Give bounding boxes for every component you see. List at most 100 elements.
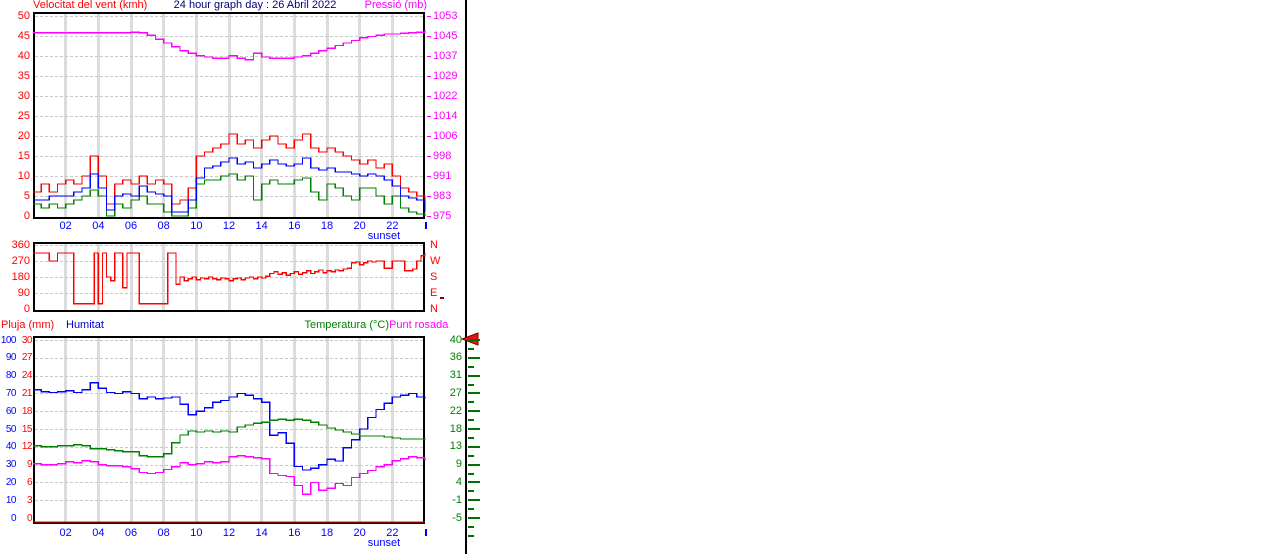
x-axis-label: 22 <box>386 220 399 232</box>
axis-tick-label: -1 <box>452 493 462 506</box>
sunset-tick <box>425 222 427 229</box>
axis-tick-label: 998 <box>433 149 452 162</box>
sunset-label: sunset <box>367 537 401 549</box>
x-axis-label: 20 <box>353 220 366 232</box>
scale-minor-tick <box>468 454 474 457</box>
x-axis-label: 18 <box>320 527 334 539</box>
axis-tick-label: 70 <box>5 387 17 399</box>
scale-major-tick <box>468 463 480 466</box>
axis-tick-label: 0 <box>26 512 33 524</box>
pressure-axis-title: Pressió (mb) <box>364 0 427 11</box>
temperatura-c-line <box>33 418 426 458</box>
scale-minor-tick <box>468 419 474 422</box>
scale-major-tick <box>468 428 480 430</box>
axis-tick-label: 12 <box>21 441 33 453</box>
axis-tick-label: 975 <box>433 209 452 222</box>
x-axis-label: 22 <box>386 527 399 539</box>
x-axis-label: 12 <box>222 220 236 232</box>
pressure-tick <box>427 56 431 57</box>
axis-tick-label: 15 <box>21 423 33 435</box>
humidity-axis-title: Humitat <box>66 319 104 331</box>
scale-minor-tick <box>468 401 474 404</box>
pressure-tick <box>427 156 431 157</box>
x-axis-label: 04 <box>92 220 105 232</box>
pressure-mb-line <box>33 30 426 61</box>
axis-tick-label: 90 <box>5 352 17 364</box>
scale-major-tick <box>468 356 480 359</box>
axis-tick-label: 9 <box>455 458 462 471</box>
rain-axis-title: Pluja (mm) <box>1 319 55 331</box>
pressure-tick <box>427 96 431 97</box>
axis-tick-label: 90 <box>17 286 30 299</box>
pressure-tick <box>427 136 431 137</box>
axis-tick-label: W <box>430 254 441 267</box>
axis-tick-label: 80 <box>5 370 17 382</box>
axis-tick-label: 31 <box>449 369 462 382</box>
scale-major-tick <box>468 481 480 484</box>
x-axis-label: 08 <box>157 527 170 539</box>
axis-tick-label: 40 <box>449 333 462 346</box>
axis-tick-label: 4 <box>455 475 462 488</box>
axis-tick-label: 0 <box>10 512 17 524</box>
x-axis-label: 16 <box>288 220 301 232</box>
axis-tick-label: 24 <box>21 370 33 382</box>
axis-tick-label: 45 <box>17 29 30 42</box>
axis-tick-label: 15 <box>17 149 30 162</box>
axis-tick-label: 36 <box>449 351 462 364</box>
axis-tick-label: 25 <box>17 109 30 122</box>
axis-tick-label: 270 <box>11 254 30 267</box>
axis-tick-label: 100 <box>0 334 17 346</box>
temperature-axis-title: Temperatura (°C) <box>304 319 389 331</box>
axis-tick-label: 1037 <box>433 49 458 62</box>
axis-tick-label: 1006 <box>433 129 458 142</box>
x-axis-label: 02 <box>59 527 72 539</box>
x-axis-label: 04 <box>92 527 105 539</box>
axis-tick-label: 21 <box>21 387 33 399</box>
scale-minor-tick <box>468 472 474 475</box>
chart-series-layer <box>33 30 426 217</box>
scale-major-tick <box>468 445 480 448</box>
scale-minor-tick <box>468 436 474 439</box>
sunset-label: sunset <box>367 230 401 242</box>
axis-tick-label: N <box>430 238 438 251</box>
axis-tick-label: 360 <box>11 238 30 251</box>
wind-direction-deg-line <box>33 252 426 305</box>
x-axis-label: 10 <box>190 220 203 232</box>
axis-tick-label: 35 <box>17 69 30 82</box>
scale-minor-tick <box>468 383 474 386</box>
axis-tick-label: 1014 <box>433 109 458 122</box>
x-axis-label: 10 <box>190 527 203 539</box>
scale-major-tick <box>468 499 480 502</box>
pressure-tick <box>427 196 431 197</box>
axis-tick-label: 1045 <box>433 29 458 42</box>
axis-tick-label: S <box>430 270 438 283</box>
scale-major-tick <box>468 392 480 395</box>
axis-tick-label: 1029 <box>433 69 458 82</box>
axis-tick-label: 20 <box>5 476 17 488</box>
x-axis-label: 06 <box>124 220 138 232</box>
chart-series-layer <box>33 252 426 305</box>
pressure-tick <box>427 216 431 217</box>
x-axis-label: 14 <box>255 527 268 539</box>
axis-tick-label: 9 <box>26 459 33 471</box>
axis-tick-label: N <box>430 302 438 315</box>
axis-tick-label: 20 <box>17 129 30 142</box>
axis-tick-label: 30 <box>5 459 17 471</box>
pressure-tick <box>427 116 431 117</box>
x-axis-label: 06 <box>124 527 138 539</box>
axis-tick-label: 5 <box>23 189 30 202</box>
x-axis-label: 12 <box>222 527 236 539</box>
scale-minor-tick <box>468 508 474 511</box>
axis-tick-label: 10 <box>17 169 30 182</box>
axis-tick-label: 1022 <box>433 89 458 102</box>
axis-tick-label: 3 <box>26 494 33 506</box>
chart-series-layer <box>33 382 426 523</box>
x-axis-label: 20 <box>353 527 366 539</box>
axis-tick-label: 1053 <box>433 9 458 22</box>
pressure-tick <box>427 176 431 177</box>
axis-tick-label: 60 <box>5 405 17 417</box>
axis-tick-label: 27 <box>449 386 462 399</box>
scale-minor-tick <box>468 526 474 528</box>
pressure-tick <box>427 76 431 77</box>
axis-tick-label: 0 <box>23 302 30 315</box>
